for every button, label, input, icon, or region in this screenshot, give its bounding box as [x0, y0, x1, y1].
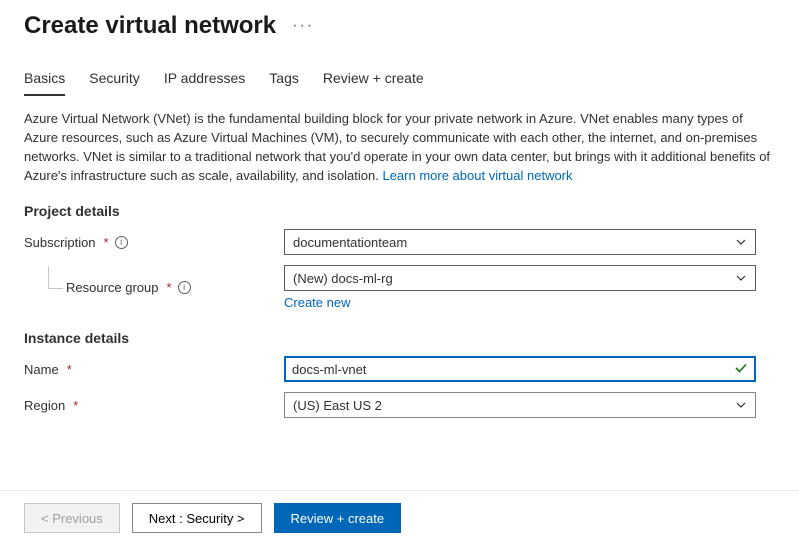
required-indicator: *	[104, 235, 109, 250]
tab-tags[interactable]: Tags	[269, 66, 299, 96]
more-actions-icon[interactable]: ···	[292, 17, 314, 35]
region-select[interactable]: (US) East US 2	[284, 392, 756, 418]
subscription-label-text: Subscription	[24, 235, 96, 250]
name-input[interactable]	[292, 362, 734, 377]
subscription-label: Subscription * i	[24, 235, 284, 250]
region-label-text: Region	[24, 398, 65, 413]
page-title: Create virtual network	[24, 12, 276, 40]
resource-group-select[interactable]: (New) docs-ml-rg	[284, 265, 756, 291]
info-icon[interactable]: i	[178, 281, 191, 294]
tab-security[interactable]: Security	[89, 66, 140, 96]
name-label: Name *	[24, 362, 284, 377]
region-value: (US) East US 2	[293, 398, 382, 413]
subscription-select[interactable]: documentationteam	[284, 229, 756, 255]
region-label: Region *	[24, 398, 284, 413]
tab-bar: Basics Security IP addresses Tags Review…	[24, 66, 775, 96]
resource-group-value: (New) docs-ml-rg	[293, 271, 393, 286]
description-text: Azure Virtual Network (VNet) is the fund…	[24, 110, 775, 185]
name-label-text: Name	[24, 362, 59, 377]
chevron-down-icon	[735, 399, 747, 411]
resource-group-label-text: Resource group	[66, 280, 159, 295]
footer-bar: < Previous Next : Security > Review + cr…	[0, 490, 799, 545]
tab-ip-addresses[interactable]: IP addresses	[164, 66, 245, 96]
check-icon	[734, 361, 748, 378]
required-indicator: *	[73, 398, 78, 413]
next-button[interactable]: Next : Security >	[132, 503, 262, 533]
section-instance-details: Instance details	[24, 330, 775, 346]
learn-more-link[interactable]: Learn more about virtual network	[382, 168, 572, 183]
required-indicator: *	[167, 280, 172, 295]
chevron-down-icon	[735, 272, 747, 284]
chevron-down-icon	[735, 236, 747, 248]
tab-basics[interactable]: Basics	[24, 66, 65, 96]
review-create-button[interactable]: Review + create	[274, 503, 402, 533]
tab-review-create[interactable]: Review + create	[323, 66, 424, 96]
subscription-value: documentationteam	[293, 235, 407, 250]
name-input-wrapper	[284, 356, 756, 382]
create-new-link[interactable]: Create new	[284, 295, 350, 310]
required-indicator: *	[67, 362, 72, 377]
resource-group-label: Resource group * i	[24, 280, 284, 295]
info-icon[interactable]: i	[115, 236, 128, 249]
section-project-details: Project details	[24, 203, 775, 219]
previous-button: < Previous	[24, 503, 120, 533]
